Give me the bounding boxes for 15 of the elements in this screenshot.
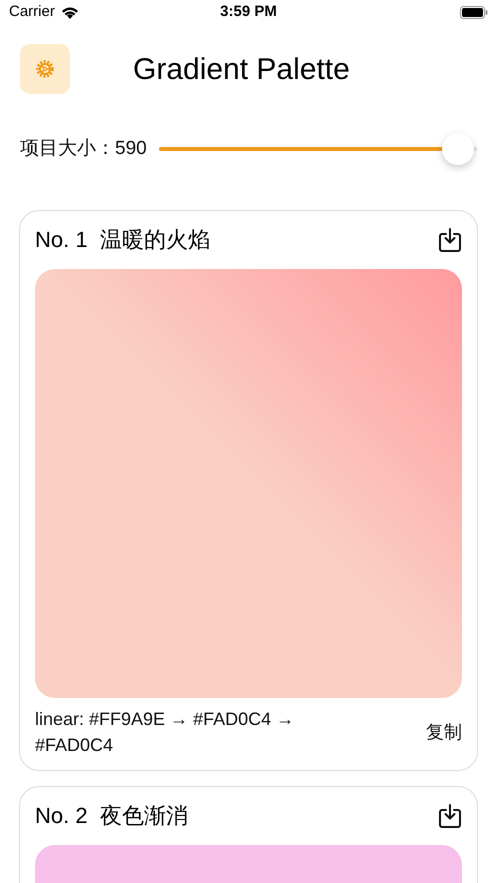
app-title: Gradient Palette <box>133 52 350 88</box>
carrier-label: Carrier <box>9 2 55 22</box>
slider-label: 项目大小：590 <box>20 136 147 161</box>
battery-icon <box>460 6 488 19</box>
wifi-icon <box>60 6 79 19</box>
download-icon[interactable] <box>438 802 462 828</box>
settings-button[interactable] <box>20 44 70 94</box>
copy-button[interactable]: 复制 <box>426 718 462 746</box>
card-title: No. 1 温暖的火焰 <box>35 226 210 254</box>
download-icon[interactable] <box>438 226 462 252</box>
slider-thumb[interactable] <box>442 133 474 165</box>
size-slider[interactable] <box>158 134 477 164</box>
status-time: 3:59 PM <box>220 2 277 22</box>
card-title: No. 2 夜色渐消 <box>35 802 188 830</box>
gradient-description: linear: #FF9A9E → #FAD0C4 → #FAD0C4 <box>35 708 296 757</box>
